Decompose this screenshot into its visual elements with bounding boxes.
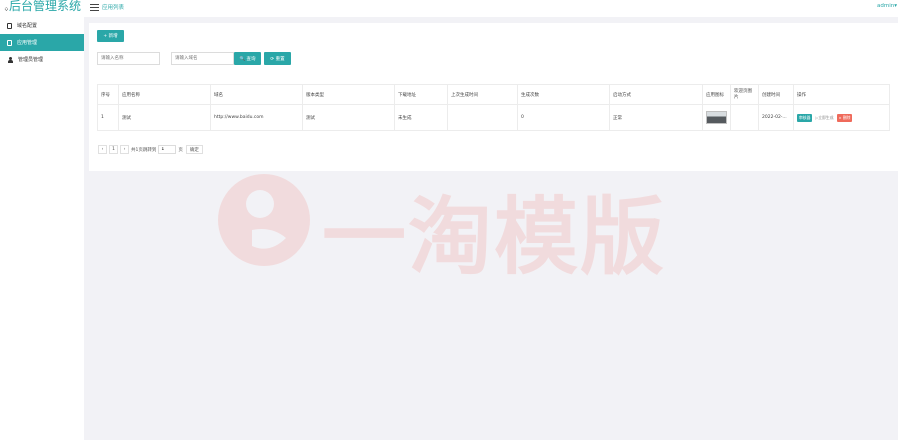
user-icon [7,56,13,63]
app-title: 后台管理系统 [9,0,82,13]
watermark-logo-icon [218,174,310,266]
cell-count: 0 [517,104,610,131]
table-header-row: 序号 应用名称 域名 版本类型 下载地址 上次生成时间 生成次数 启动方式 应用… [97,84,890,105]
document-icon [7,39,12,46]
next-page-button[interactable]: › [120,145,129,154]
column-header: 操作 [793,84,890,105]
cell-domain: http://www.baidu.com [210,104,303,131]
table-row: 1 测试 http://www.baidu.com 测试 未生成 0 正常 20… [97,104,890,131]
page-unit-label: 页 [178,147,183,153]
column-header: 创建时间 [758,84,794,105]
watermark: 一淘模版 [212,168,692,286]
cell-index: 1 [97,104,119,131]
page-number-button[interactable]: 1 [109,145,118,154]
delete-button[interactable]: × 删除 [836,113,853,122]
column-header: 上次生成时间 [447,84,518,105]
top-header: 后台管理系统 ᛜ 应用列表 admin▾ [0,0,898,17]
pagination-summary: 共1页跳转到 [131,147,157,153]
sidebar-item-label: 管理员管理 [18,57,44,63]
menu-toggle-icon[interactable] [90,2,99,11]
query-button[interactable]: 🔍 查询 [234,52,261,65]
cell-name: 测试 [118,104,211,131]
watermark-text: 一淘模版 [322,188,667,286]
app-icon-thumbnail[interactable] [706,111,727,124]
add-button[interactable]: + 新增 [97,30,124,42]
cell-app-icon [702,104,731,131]
sidebar-item-admin-management[interactable]: 管理员管理 [0,51,84,68]
chevron-down-icon: ▾ [894,3,897,9]
column-header: 版本类型 [302,84,395,105]
cell-welcome-image [730,104,759,131]
column-header: 应用名称 [118,84,211,105]
domain-search-input[interactable] [171,52,234,65]
user-name: admin [877,3,895,9]
goto-confirm-button[interactable]: 确定 [185,145,203,154]
column-header: 启动方式 [609,84,703,105]
name-search-input[interactable] [97,52,160,65]
goto-page-input[interactable] [158,145,177,154]
sidebar-item-domain-config[interactable]: 域名配置 [0,17,84,34]
user-menu[interactable]: admin▾ [877,3,897,9]
cell-created: 2022-02-... [758,104,794,131]
cell-last-generated [447,104,518,131]
document-icon [7,22,12,29]
breadcrumb[interactable]: 应用列表 [102,3,124,11]
cell-version-type: 测试 [302,104,395,131]
sidebar-item-label: 域名配置 [17,23,38,29]
logo: 后台管理系统 ᛜ [0,0,84,17]
sidebar-item-label: 应用管理 [17,40,38,46]
column-header: 序号 [97,84,119,105]
sidebar-item-app-management[interactable]: 应用管理 [0,34,84,51]
column-header: 下载地址 [394,84,448,105]
column-header: 生成次数 [517,84,610,105]
reset-button[interactable]: ⟳ 重置 [264,52,291,65]
edit-button[interactable]: 审核器 [797,113,813,122]
app-table: 序号 应用名称 域名 版本类型 下载地址 上次生成时间 生成次数 启动方式 应用… [97,84,890,131]
sidebar: 域名配置 应用管理 管理员管理 [0,17,84,440]
column-header: 域名 [210,84,303,105]
column-header: 欢迎页图片 [730,84,759,105]
logo-icon: ᛜ [4,5,9,14]
generate-button[interactable]: ▷立即生成 [813,114,835,122]
column-header: 应用图标 [702,84,731,105]
cell-launch-mode: 正常 [609,104,703,131]
prev-page-button[interactable]: ‹ [98,145,107,154]
cell-actions: 审核器 ▷立即生成 × 删除 [793,104,890,131]
cell-download: 未生成 [394,104,448,131]
pagination: ‹ 1 › 共1页跳转到 页 确定 [98,145,203,154]
